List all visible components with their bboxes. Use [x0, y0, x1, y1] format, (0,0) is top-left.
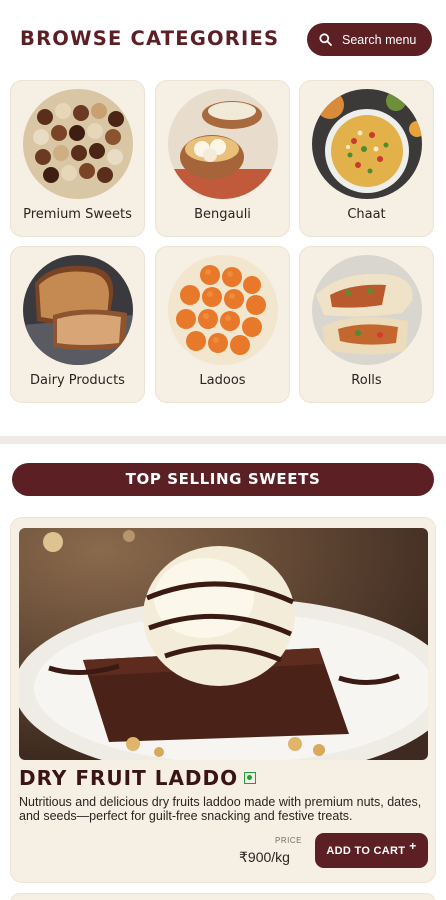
category-card-ladoos[interactable]: Ladoos — [155, 246, 290, 403]
product-name-text: DRY FRUIT LADDO — [19, 766, 239, 790]
product-card[interactable]: DRY FRUIT LADDO Nutritious and delicious… — [10, 517, 436, 883]
plus-icon: + — [409, 839, 417, 853]
product-name: DRY FRUIT LADDO — [19, 766, 257, 790]
product-price: ₹900/kg — [239, 849, 290, 865]
product-image — [19, 528, 428, 760]
category-card-chaat[interactable]: Chaat — [299, 80, 434, 237]
section-divider — [0, 436, 446, 444]
dairy-products-image — [23, 255, 133, 365]
category-label: Rolls — [351, 373, 382, 388]
chaat-image — [312, 89, 422, 199]
category-card-rolls[interactable]: Rolls — [299, 246, 434, 403]
rolls-image — [312, 255, 422, 365]
bengauli-image — [168, 89, 278, 199]
category-label: Chaat — [347, 207, 386, 222]
category-label: Ladoos — [199, 373, 246, 388]
page-title: BROWSE CATEGORIES — [20, 27, 280, 50]
ladoos-image — [168, 255, 278, 365]
next-product-card[interactable] — [10, 893, 436, 900]
category-label: Premium Sweets — [23, 207, 132, 222]
veg-indicator-icon — [244, 771, 257, 784]
category-label: Bengauli — [194, 207, 251, 222]
add-to-cart-label: ADD TO CART — [326, 844, 406, 857]
search-menu-label: Search menu — [342, 32, 417, 47]
premium-sweets-image — [23, 89, 133, 199]
product-description: Nutritious and delicious dry fruits ladd… — [19, 795, 422, 823]
price-label: PRICE — [275, 836, 302, 845]
search-icon — [319, 33, 332, 46]
add-to-cart-button[interactable]: ADD TO CART + — [315, 833, 428, 868]
category-card-bengauli[interactable]: Bengauli — [155, 80, 290, 237]
category-card-premium-sweets[interactable]: Premium Sweets — [10, 80, 145, 237]
category-card-dairy-products[interactable]: Dairy Products — [10, 246, 145, 403]
search-menu-button[interactable]: Search menu — [307, 23, 432, 56]
section-title-bar: TOP SELLING SWEETS — [12, 463, 434, 496]
category-label: Dairy Products — [30, 373, 125, 388]
